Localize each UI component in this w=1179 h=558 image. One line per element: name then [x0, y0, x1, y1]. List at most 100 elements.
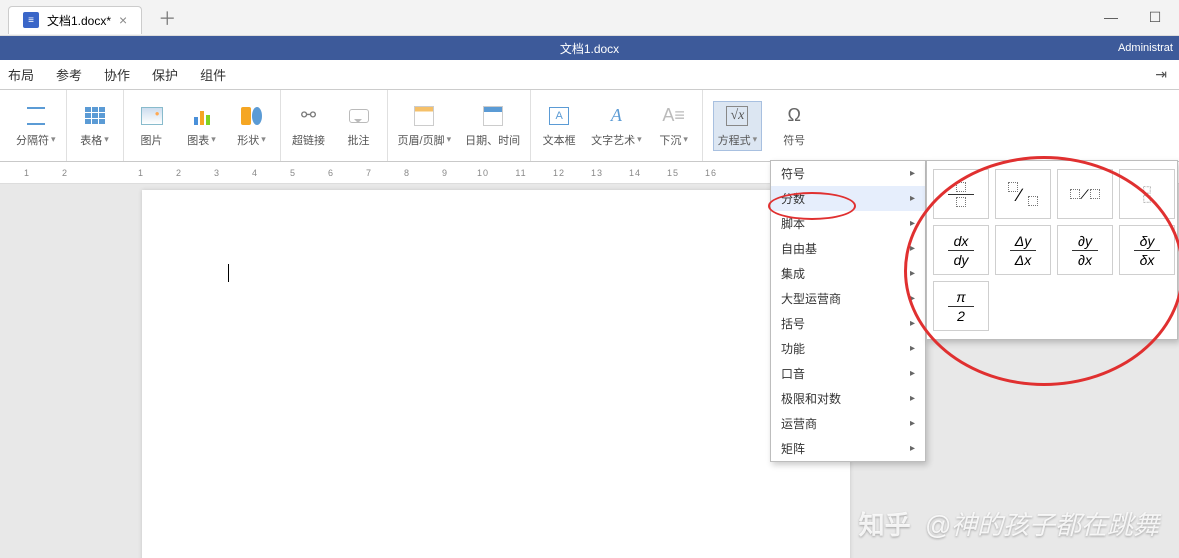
frac-den: δx — [1140, 253, 1155, 267]
tab-references[interactable]: 参考 — [54, 61, 84, 88]
picture-button[interactable]: 图片 — [134, 104, 170, 148]
tab-collab[interactable]: 协作 — [102, 61, 132, 88]
fraction-Dy-Dx[interactable]: Δy Δx — [995, 225, 1051, 275]
eq-menu-fraction[interactable]: 分数▸ — [771, 186, 925, 211]
symbol-button[interactable]: Ω 符号 — [776, 104, 812, 148]
eq-menu-label: 自由基 — [781, 240, 817, 257]
eq-menu-radical[interactable]: 自由基 ▸ — [771, 236, 925, 261]
ribbon: 分隔符 表格 图片 图表 形状 ⚯ 超链接 批注 — [0, 90, 1179, 162]
document-tab[interactable]: ≡ 文档1.docx* × — [8, 6, 142, 34]
ruler-mark: 5 — [274, 168, 312, 178]
minimize-button[interactable]: — — [1101, 9, 1121, 26]
ruler-mark: 15 — [654, 168, 692, 178]
ruler-mark: 2 — [46, 168, 84, 178]
eq-menu-large-op[interactable]: 大型运营商▸ — [771, 286, 925, 311]
comment-button[interactable]: 批注 — [341, 104, 377, 148]
ruler-mark: 8 — [388, 168, 426, 178]
watermark-brand: 知乎 — [855, 503, 915, 544]
eq-menu-limit-log[interactable]: 极限和对数▸ — [771, 386, 925, 411]
chevron-right-icon: ▸ — [910, 343, 915, 354]
window-titlebar: ≡ 文档1.docx* × ＋ — ☐ — [0, 0, 1179, 36]
doc-icon: ≡ — [23, 12, 39, 28]
document-title: 文档1.docx — [560, 40, 619, 57]
document-title-bar: 文档1.docx Administrat — [0, 36, 1179, 60]
shape-button[interactable]: 形状 — [234, 104, 270, 148]
equation-button[interactable]: √x 方程式 — [713, 101, 763, 151]
tab-protect[interactable]: 保护 — [150, 61, 180, 88]
frac-num: Δy — [1015, 234, 1031, 248]
equation-label: 方程式 — [718, 132, 758, 148]
close-tab-icon[interactable]: × — [119, 12, 127, 28]
fraction-stacked[interactable] — [933, 169, 989, 219]
eq-menu-label: 矩阵 — [781, 440, 805, 457]
fraction-partial[interactable]: ∂y∂x — [1057, 225, 1113, 275]
eq-menu-accent[interactable]: 口音▸ — [771, 361, 925, 386]
datetime-label: 日期、时间 — [465, 132, 520, 148]
page[interactable] — [142, 190, 850, 558]
eq-menu-matrix[interactable]: 矩阵▸ — [771, 436, 925, 461]
wordart-label: 文字艺术 — [591, 132, 642, 148]
datetime-button[interactable]: 日期、时间 — [465, 104, 520, 148]
wordart-button[interactable]: A 文字艺术 — [591, 104, 642, 148]
chevron-right-icon: ▸ — [910, 393, 915, 404]
table-label: 表格 — [80, 132, 109, 148]
dropcap-button[interactable]: A≡ 下沉 — [656, 104, 692, 148]
eq-menu-script[interactable]: 脚本▸ — [771, 211, 925, 236]
shape-icon — [239, 104, 265, 128]
eq-menu-label: 集成 — [781, 265, 805, 282]
hyperlink-button[interactable]: ⚯ 超链接 — [291, 104, 327, 148]
open-file-icon[interactable]: ⇥ — [1155, 66, 1167, 83]
ruler-mark: 14 — [616, 168, 654, 178]
eq-menu-bracket[interactable]: 括号 ▸ — [771, 311, 925, 336]
ruler-mark: 1 — [8, 168, 46, 178]
eq-menu-label: 括号 — [781, 315, 805, 332]
eq-menu-label: 功能 — [781, 340, 805, 357]
ruler-mark: 11 — [502, 168, 540, 178]
picture-icon — [139, 104, 165, 128]
ruler-mark: 6 — [312, 168, 350, 178]
eq-menu-label: 大型运营商 — [781, 290, 841, 307]
eq-menu-label: 符号 — [781, 165, 805, 182]
eq-menu-operator[interactable]: 运营商▸ — [771, 411, 925, 436]
eq-menu-function[interactable]: 功能 ▸ — [771, 336, 925, 361]
frac-den: Δx — [1015, 253, 1031, 267]
eq-menu-label: 口音 — [781, 365, 805, 382]
fraction-linear[interactable]: ∕ — [1057, 169, 1113, 219]
ruler-mark: 2 — [160, 168, 198, 178]
tab-layout[interactable]: 布局 — [6, 61, 36, 88]
chevron-right-icon: ▸ — [910, 418, 915, 429]
chart-label: 图表 — [187, 132, 216, 148]
fraction-pi-2[interactable]: π2 — [933, 281, 989, 331]
table-button[interactable]: 表格 — [77, 104, 113, 148]
separator-button[interactable]: 分隔符 — [16, 104, 56, 148]
watermark: 知乎 @神的孩子都在跳舞 — [855, 503, 1159, 544]
maximize-button[interactable]: ☐ — [1145, 9, 1165, 26]
chevron-right-icon: ▸ — [910, 243, 915, 254]
equation-menu: 符号▸ 分数▸ 脚本▸ 自由基▸ 集成▸ 大型运营商▸ 括号▸ 功能▸ 口音▸ … — [770, 160, 926, 462]
header-footer-button[interactable]: 页眉/页脚 — [398, 104, 452, 148]
textbox-icon: A — [546, 104, 572, 128]
text-cursor — [228, 264, 229, 282]
separator-icon — [23, 104, 49, 128]
comment-label: 批注 — [348, 132, 370, 148]
dropcap-icon: A≡ — [661, 104, 687, 128]
frac-num: π — [956, 290, 965, 304]
chart-button[interactable]: 图表 — [184, 104, 220, 148]
fraction-delta[interactable]: δyδx — [1119, 225, 1175, 275]
chevron-right-icon: ▸ — [910, 318, 915, 329]
fraction-dx-dy[interactable]: dxdy — [933, 225, 989, 275]
textbox-button[interactable]: A 文本框 — [541, 104, 577, 148]
new-tab-button[interactable]: ＋ — [158, 5, 176, 31]
watermark-text: @神的孩子都在跳舞 — [925, 505, 1159, 542]
fraction-small[interactable] — [1119, 169, 1175, 219]
user-label: Administrat — [1118, 42, 1173, 54]
tab-plugins[interactable]: 组件 — [198, 61, 228, 88]
ruler-mark: 10 — [464, 168, 502, 178]
fraction-skewed[interactable]: ∕ — [995, 169, 1051, 219]
dropcap-label: 下沉 — [659, 132, 688, 148]
chevron-right-icon: ▸ — [910, 218, 915, 229]
eq-menu-integral[interactable]: 集成▸ — [771, 261, 925, 286]
eq-menu-label: 分数 — [781, 190, 805, 207]
eq-menu-symbols[interactable]: 符号▸ — [771, 161, 925, 186]
tab-title: 文档1.docx* — [47, 12, 111, 29]
